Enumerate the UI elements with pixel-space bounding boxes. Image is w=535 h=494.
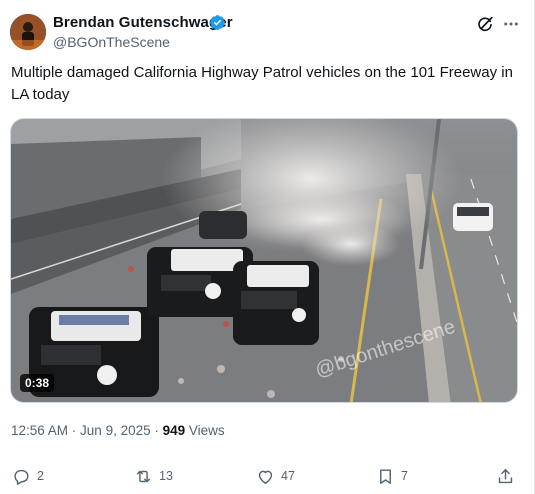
retweet-count: 13 — [159, 469, 173, 483]
avatar[interactable] — [10, 14, 46, 50]
retweet-icon — [136, 470, 151, 482]
reply-count: 2 — [37, 469, 44, 483]
reply-icon — [14, 469, 29, 485]
bookmark-button[interactable]: 7 — [376, 464, 408, 488]
retweet-button[interactable]: 13 — [134, 464, 173, 488]
meta-separator: · — [68, 423, 81, 438]
post-text: Multiple damaged California Highway Patr… — [11, 64, 513, 103]
post-time[interactable]: 12:56 AM — [11, 423, 68, 438]
bookmark-icon — [380, 468, 391, 484]
bookmark-count: 7 — [401, 469, 408, 483]
author-handle[interactable]: @BGOnTheScene — [53, 34, 170, 50]
heart-icon — [258, 470, 273, 484]
share-button[interactable] — [496, 464, 521, 488]
views-label: Views — [185, 423, 225, 438]
like-button[interactable]: 47 — [256, 464, 295, 488]
share-icon — [498, 468, 513, 483]
grok-icon[interactable] — [474, 13, 496, 35]
video-duration-badge: 0:38 — [20, 374, 55, 392]
view-count: 949 — [162, 423, 186, 438]
video-player[interactable]: @bgonthescene — [10, 118, 518, 403]
tweet-card: Brendan Gutenschwager @BGOnTheScene Mult… — [0, 0, 535, 494]
video-frame: @bgonthescene — [11, 119, 517, 402]
post-date[interactable]: Jun 9, 2025 — [80, 423, 151, 438]
like-count: 47 — [281, 469, 295, 483]
reply-button[interactable]: 2 — [12, 464, 44, 488]
post-meta: 12:56 AM · Jun 9, 2025 · 949 Views — [11, 423, 225, 438]
author-name[interactable]: Brendan Gutenschwager — [53, 14, 233, 31]
chp-suv-3 — [233, 261, 319, 345]
more-icon[interactable] — [500, 13, 522, 35]
verified-badge-icon — [210, 15, 225, 30]
meta-separator: · — [150, 423, 163, 438]
